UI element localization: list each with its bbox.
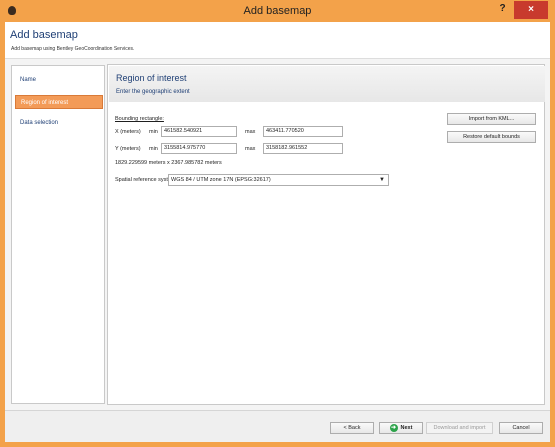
section-title: Region of interest [116, 73, 187, 83]
help-button[interactable]: ? [494, 3, 511, 18]
dialog-body: Name Region of interest Data selection R… [5, 59, 550, 410]
back-button[interactable]: < Back [330, 422, 374, 434]
header-title: Add basemap [10, 29, 78, 41]
y-min-label: min [149, 146, 158, 152]
title-bar: Add basemap ? × [0, 0, 555, 22]
close-button[interactable]: × [514, 1, 548, 19]
section-header: Region of interest Enter the geographic … [109, 66, 545, 102]
srs-select[interactable]: WGS 84 / UTM zone 17N (EPSG:32617) ▼ [168, 174, 389, 186]
x-min-input[interactable]: 461582.540921 [161, 126, 237, 137]
dialog-header: Add basemap Add basemap using Bentley Ge… [5, 22, 550, 59]
import-kml-button[interactable]: Import from KML... [447, 113, 536, 125]
window-title: Add basemap [243, 5, 312, 17]
x-min-label: min [149, 129, 158, 135]
y-max-label: max [245, 146, 256, 152]
y-max-input[interactable]: 3158182.961552 [263, 143, 343, 154]
add-basemap-dialog: Add basemap ? × Add basemap Add basemap … [0, 0, 555, 447]
extent-dimensions: 1829.229599 meters x 2367.985782 meters [115, 160, 222, 166]
y-min-input[interactable]: 3155814.975770 [161, 143, 237, 154]
wizard-sidebar: Name Region of interest Data selection [11, 65, 105, 404]
next-arrow-icon: ➜ [389, 424, 398, 432]
chevron-down-icon: ▼ [379, 177, 385, 183]
region-panel: Region of interest Enter the geographic … [107, 64, 545, 405]
header-subtitle: Add basemap using Bentley GeoCoordinatio… [11, 46, 135, 52]
sidebar-item-region-of-interest[interactable]: Region of interest [15, 95, 103, 109]
download-and-import-button[interactable]: Download and import [426, 422, 493, 434]
sidebar-item-name[interactable]: Name [15, 73, 103, 87]
next-button[interactable]: ➜ Next [379, 422, 423, 434]
cancel-button[interactable]: Cancel [499, 422, 543, 434]
y-meters-label: Y (meters) [115, 146, 141, 152]
bounding-rectangle-label: Bounding rectangle: [115, 116, 164, 122]
next-button-label: Next [400, 425, 413, 431]
sidebar-item-data-selection[interactable]: Data selection [15, 116, 103, 130]
wizard-footer: < Back ➜ Next Download and import Cancel [5, 410, 550, 442]
x-max-input[interactable]: 463411.770520 [263, 126, 343, 137]
section-subtitle: Enter the geographic extent [116, 89, 190, 95]
srs-select-value: WGS 84 / UTM zone 17N (EPSG:32617) [171, 177, 271, 183]
x-max-label: max [245, 129, 256, 135]
restore-default-bounds-button[interactable]: Restore default bounds [447, 131, 536, 143]
x-meters-label: X (meters) [115, 129, 141, 135]
